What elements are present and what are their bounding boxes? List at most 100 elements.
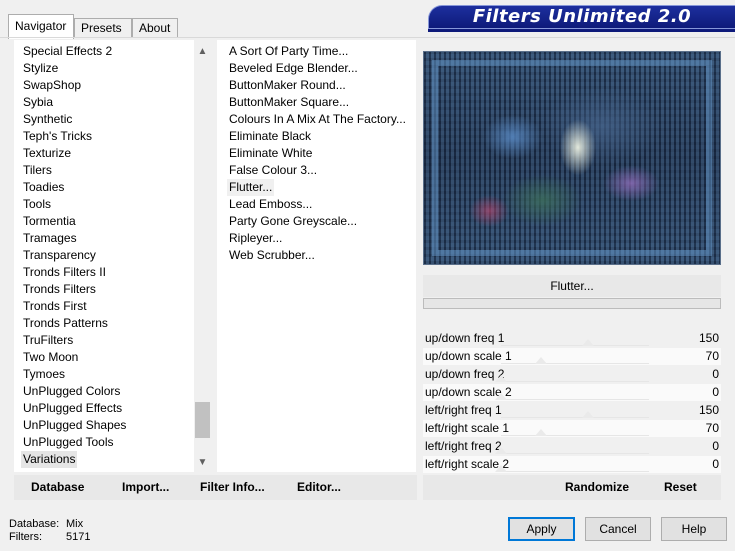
filter-item[interactable]: Ripleyer... xyxy=(227,230,284,247)
category-item[interactable]: Tilers xyxy=(21,162,54,179)
parameter-row[interactable]: up/down freq 2 0 xyxy=(423,366,721,383)
filter-item[interactable]: ButtonMaker Round... xyxy=(227,77,348,94)
category-item[interactable]: Special Effects 2 xyxy=(21,43,114,60)
filter-list[interactable]: A Sort Of Party Time... Beveled Edge Blen… xyxy=(217,40,416,472)
category-item[interactable]: Stylize xyxy=(21,60,60,77)
parameter-value[interactable]: 70 xyxy=(706,348,719,365)
category-item[interactable]: Tormentia xyxy=(21,213,78,230)
category-scrollbar[interactable]: ▲ ▼ xyxy=(194,40,211,472)
tab-about[interactable]: About xyxy=(132,18,178,37)
parameter-row[interactable]: left/right scale 1 70 xyxy=(423,420,721,437)
parameter-value[interactable]: 70 xyxy=(706,420,719,437)
parameter-slider-thumb[interactable] xyxy=(582,411,595,418)
preview-image xyxy=(423,51,721,265)
parameter-value[interactable]: 0 xyxy=(712,384,719,401)
tab-divider xyxy=(0,37,735,38)
parameter-value[interactable]: 0 xyxy=(712,456,719,473)
filter-info-button[interactable]: Filter Info... xyxy=(200,475,265,500)
category-item[interactable]: Tronds First xyxy=(21,298,89,315)
filter-item[interactable]: Colours In A Mix At The Factory... xyxy=(227,111,408,128)
parameter-row[interactable]: up/down scale 1 70 xyxy=(423,348,721,365)
category-item[interactable]: Tramages xyxy=(21,230,79,247)
parameter-label: up/down scale 1 xyxy=(425,349,512,363)
app-banner: Filters Unlimited 2.0 xyxy=(428,5,735,29)
database-command-bar: Database Import... Filter Info... Editor… xyxy=(14,475,417,500)
parameter-value[interactable]: 0 xyxy=(712,366,719,383)
parameter-slider-thumb[interactable] xyxy=(495,393,507,400)
tab-presets[interactable]: Presets xyxy=(74,18,132,37)
parameter-slider-track[interactable] xyxy=(501,417,649,418)
parameter-slider-thumb[interactable] xyxy=(495,375,507,382)
apply-button[interactable]: Apply xyxy=(508,517,575,541)
category-item[interactable]: Toadies xyxy=(21,179,66,196)
filter-item[interactable]: Web Scrubber... xyxy=(227,247,317,264)
parameter-row[interactable]: up/down scale 20 xyxy=(423,384,721,401)
category-item[interactable]: Tronds Filters xyxy=(21,281,98,298)
cancel-button[interactable]: Cancel xyxy=(585,517,651,541)
parameter-slider-track[interactable] xyxy=(501,381,649,382)
status-database-value: Mix xyxy=(66,518,84,530)
parameter-value[interactable]: 150 xyxy=(699,330,719,347)
parameter-slider-track[interactable] xyxy=(501,345,649,346)
scroll-thumb[interactable] xyxy=(195,402,210,438)
category-item[interactable]: Texturize xyxy=(21,145,73,162)
parameter-slider-thumb[interactable] xyxy=(582,339,595,346)
scroll-up-icon[interactable]: ▲ xyxy=(194,43,211,60)
parameter-slider-track[interactable] xyxy=(501,363,649,364)
parameter-value[interactable]: 150 xyxy=(699,402,719,419)
filter-title: Flutter... xyxy=(550,279,594,293)
category-item[interactable]: Tronds Filters II xyxy=(21,264,108,281)
filter-item[interactable]: ButtonMaker Square... xyxy=(227,94,351,111)
parameter-row[interactable]: left/right freq 1 150 xyxy=(423,402,721,419)
tab-navigator[interactable]: Navigator xyxy=(8,14,74,39)
category-item[interactable]: TruFilters xyxy=(21,332,75,349)
reset-button[interactable]: Reset xyxy=(664,475,697,500)
category-item[interactable]: Transparency xyxy=(21,247,98,264)
parameter-slider-thumb[interactable] xyxy=(534,357,547,364)
category-item[interactable]: Synthetic xyxy=(21,111,74,128)
randomize-button[interactable]: Randomize xyxy=(565,475,629,500)
category-item[interactable]: Two Moon xyxy=(21,349,80,366)
parameter-label: up/down freq 1 xyxy=(425,331,505,345)
category-item[interactable]: Variations xyxy=(21,451,78,468)
category-list[interactable]: Special Effects 2 Stylize SwapShop Sybia Syn… xyxy=(14,40,211,472)
parameter-slider-thumb[interactable] xyxy=(495,465,507,472)
filter-item[interactable]: Flutter... xyxy=(227,179,275,196)
parameter-row[interactable]: left/right scale 20 xyxy=(423,456,721,473)
filter-item[interactable]: Eliminate White xyxy=(227,145,314,162)
parameter-label: up/down freq 2 xyxy=(425,367,505,381)
category-item[interactable]: SwapShop xyxy=(21,77,83,94)
parameter-slider-thumb[interactable] xyxy=(534,429,547,436)
parameter-slider-track[interactable] xyxy=(501,453,649,454)
filter-item[interactable]: Beveled Edge Blender... xyxy=(227,60,360,77)
filter-item[interactable]: A Sort Of Party Time... xyxy=(227,43,350,60)
category-item[interactable]: UnPlugged Effects xyxy=(21,400,124,417)
parameter-label: left/right freq 1 xyxy=(425,403,502,417)
parameter-slider-track[interactable] xyxy=(501,435,649,436)
parameter-row[interactable]: left/right freq 2 0 xyxy=(423,438,721,455)
editor-button[interactable]: Editor... xyxy=(297,475,341,500)
filter-item[interactable]: Party Gone Greyscale... xyxy=(227,213,359,230)
banner-underline xyxy=(428,29,735,32)
import-button[interactable]: Import... xyxy=(122,475,169,500)
filter-item[interactable]: Lead Emboss... xyxy=(227,196,314,213)
category-item[interactable]: Teph's Tricks xyxy=(21,128,94,145)
scroll-down-icon[interactable]: ▼ xyxy=(194,454,211,471)
filter-item[interactable]: False Colour 3... xyxy=(227,162,319,179)
database-button[interactable]: Database xyxy=(31,475,84,500)
help-button[interactable]: Help xyxy=(661,517,727,541)
category-item[interactable]: Tymoes xyxy=(21,366,67,383)
parameter-value[interactable]: 0 xyxy=(712,438,719,455)
category-item[interactable]: UnPlugged Tools xyxy=(21,434,116,451)
category-item[interactable]: UnPlugged Shapes xyxy=(21,417,128,434)
category-item[interactable]: Tronds Patterns xyxy=(21,315,110,332)
category-item[interactable]: Tools xyxy=(21,196,53,213)
parameter-slider-track[interactable] xyxy=(501,471,649,472)
parameter-row[interactable]: up/down freq 1 150 xyxy=(423,330,721,347)
category-item[interactable]: Sybia xyxy=(21,94,55,111)
parameter-slider-track[interactable] xyxy=(501,399,649,400)
category-item[interactable]: UnPlugged Colors xyxy=(21,383,122,400)
parameter-command-bar: Randomize Reset xyxy=(423,475,721,500)
filter-item[interactable]: Eliminate Black xyxy=(227,128,313,145)
parameter-slider-thumb[interactable] xyxy=(495,447,507,454)
